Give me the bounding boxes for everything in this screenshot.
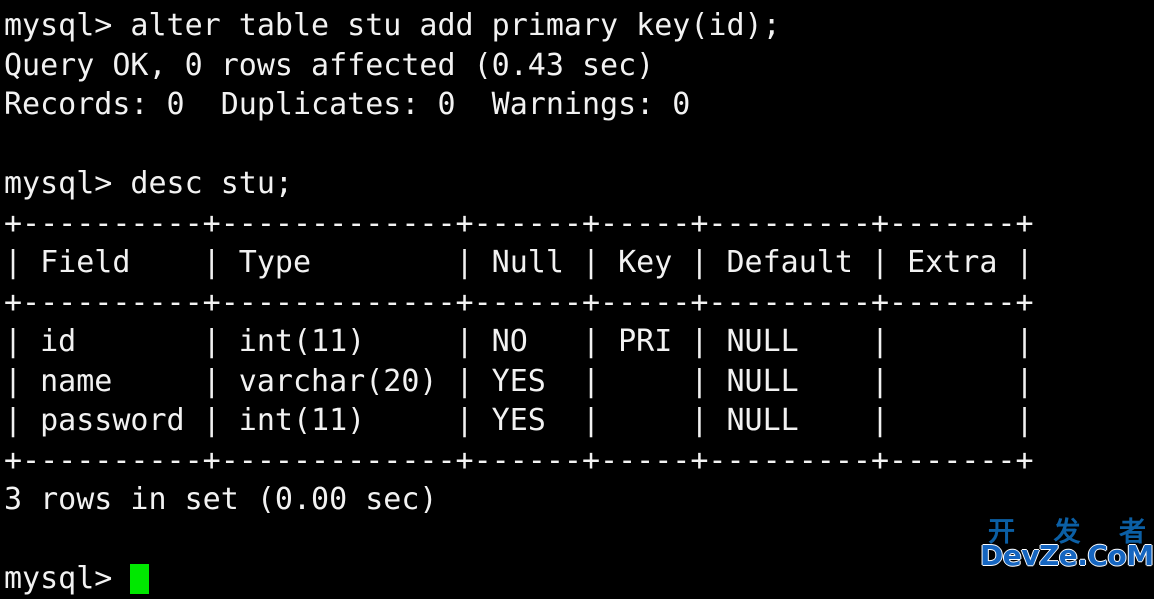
terminal-window: mysql> alter table stu add primary key(i… — [0, 0, 1154, 596]
table-row: | password | int(11) | YES | | NULL | | — [4, 403, 1034, 438]
table-separator-top: +----------+-------------+------+-----+-… — [4, 205, 1034, 241]
terminal-line-1: mysql> alter table stu add primary key(i… — [4, 8, 781, 43]
table-separator-mid: +----------+-------------+------+-----+-… — [4, 284, 1034, 320]
terminal-screen[interactable]: mysql> alter table stu add primary key(i… — [4, 6, 1150, 596]
prompt-line[interactable]: mysql> — [4, 559, 1150, 599]
terminal-line-2: Query OK, 0 rows affected (0.43 sec) — [4, 47, 655, 83]
prompt-label: mysql> — [4, 561, 131, 596]
terminal-line-3: Records: 0 Duplicates: 0 Warnings: 0 — [4, 87, 691, 122]
terminal-line-5: mysql> desc stu; — [4, 166, 293, 201]
table-row: | name | varchar(20) | YES | | NULL | | — [4, 363, 1034, 399]
text-cursor — [130, 564, 150, 594]
row-count-status: 3 rows in set (0.00 sec) — [4, 482, 438, 517]
table-separator-bottom: +----------+-------------+------+-----+-… — [4, 442, 1034, 478]
terminal-line-4-blank — [4, 125, 1150, 165]
table-header-row: | Field | Type | Null | Key | Default | … — [4, 245, 1034, 280]
terminal-line-14-blank — [4, 520, 1150, 560]
table-row: | id | int(11) | NO | PRI | NULL | | — [4, 324, 1034, 359]
